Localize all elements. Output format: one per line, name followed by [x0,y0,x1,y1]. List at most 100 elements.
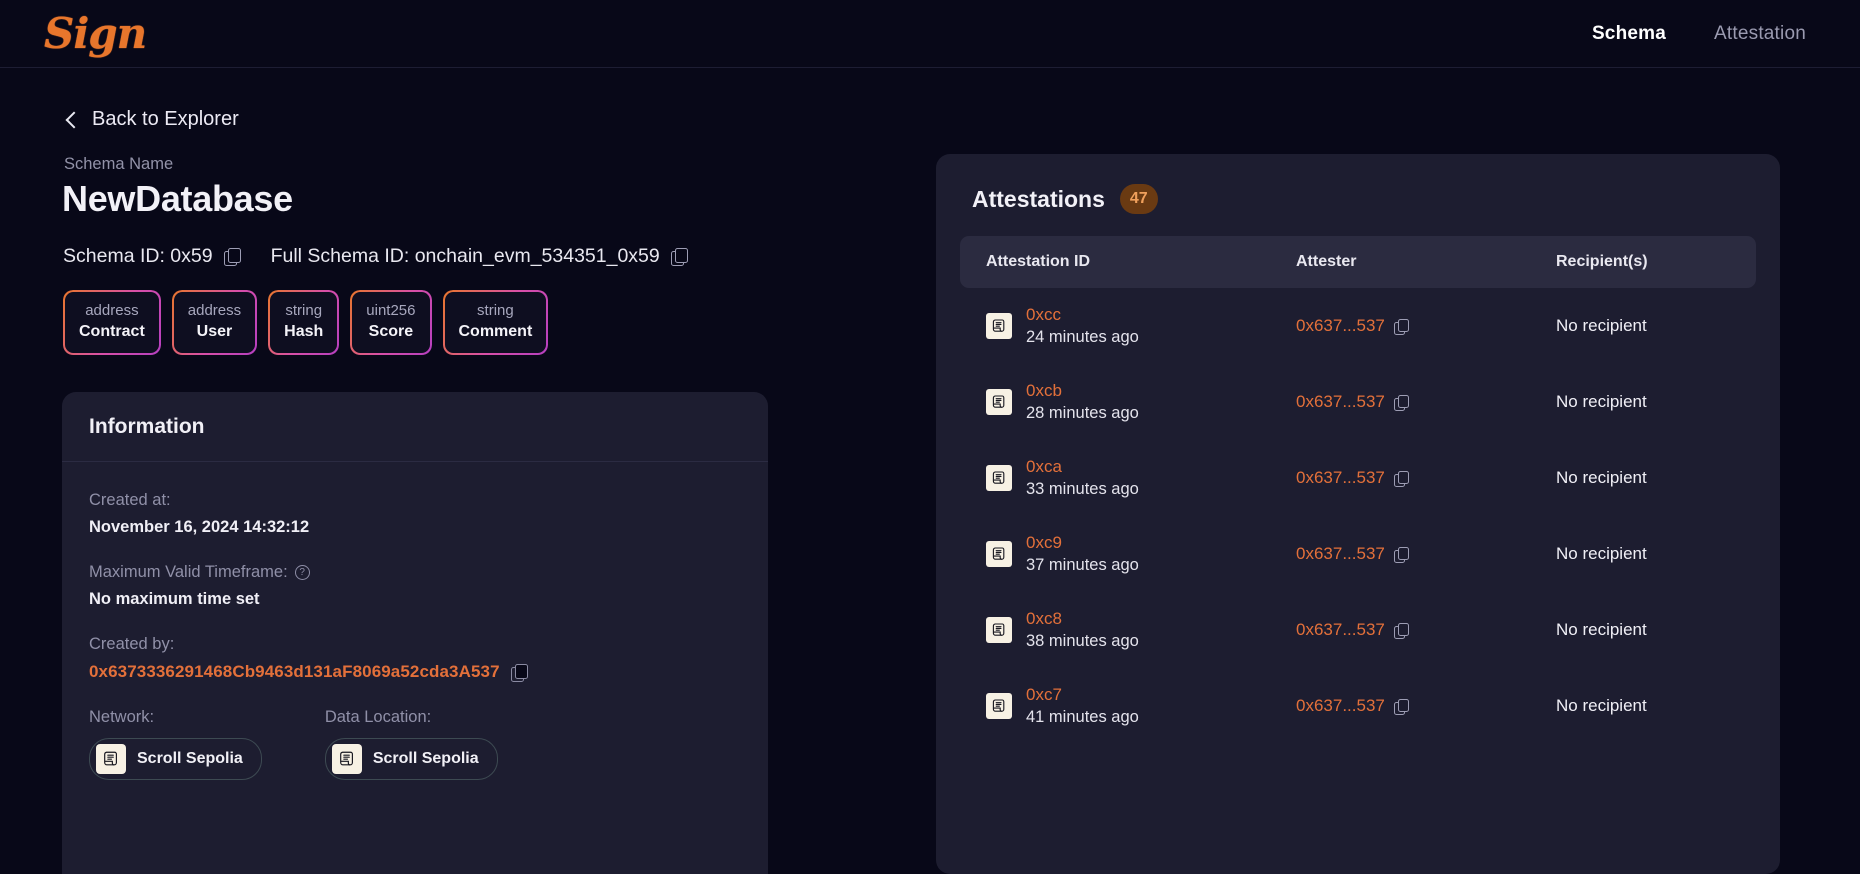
field-name: Contract [79,323,145,341]
back-to-explorer-link[interactable]: Back to Explorer [64,108,239,131]
copy-attester-icon[interactable] [1393,546,1409,563]
attestation-id-cell: 0xcc 24 minutes ago [986,304,1296,348]
table-row[interactable]: 0xc8 38 minutes ago 0x637...537 No recip… [960,592,1756,668]
table-row[interactable]: 0xcc 24 minutes ago 0x637...537 No recip… [960,288,1756,364]
recipient-cell: No recipient [1556,544,1647,563]
attestation-timestamp: 24 minutes ago [1026,327,1139,346]
network-row: Network: Scroll Sepolia Data Location: S… [89,708,741,780]
copy-attester-icon[interactable] [1393,318,1409,335]
attestation-id-cell: 0xc9 37 minutes ago [986,532,1296,576]
attestation-id-link[interactable]: 0xca [1026,457,1062,476]
recipient-cell: No recipient [1556,392,1647,411]
table-body: 0xcc 24 minutes ago 0x637...537 No recip… [960,288,1756,744]
top-navbar: Sign Schema Attestation [0,0,1860,68]
table-header-row: Attestation ID Attester Recipient(s) [960,236,1756,288]
schema-detail-page: Sign Schema Attestation Back to Explorer… [0,0,1860,874]
copy-attester-icon[interactable] [1393,698,1409,715]
network-value: Scroll Sepolia [137,750,243,767]
data-location-badge[interactable]: Scroll Sepolia [324,738,498,780]
attestation-id-link[interactable]: 0xcb [1026,381,1062,400]
nav-link-attestation[interactable]: Attestation [1714,23,1806,45]
table-row[interactable]: 0xc9 37 minutes ago 0x637...537 No recip… [960,516,1756,592]
created-by-label: Created by: [89,635,175,653]
attestations-count-badge: 47 [1119,184,1158,214]
table-row[interactable]: 0xca 33 minutes ago 0x637...537 No recip… [960,440,1756,516]
help-circle-icon[interactable]: ? [294,565,310,580]
chevron-left-icon [64,113,78,127]
attester-address[interactable]: 0x637...537 [1296,620,1385,640]
schema-field-pill[interactable]: address Contract [63,290,161,355]
copy-attester-icon[interactable] [1393,394,1409,411]
attestation-id-link[interactable]: 0xcc [1026,305,1061,324]
max-timeframe-block: Maximum Valid Timeframe: ? No maximum ti… [89,563,741,609]
recipient-cell: No recipient [1556,316,1647,335]
attestation-timestamp: 37 minutes ago [1026,555,1139,574]
attester-cell: 0x637...537 [1296,620,1556,640]
attester-address[interactable]: 0x637...537 [1296,696,1385,716]
attestation-id-link[interactable]: 0xc7 [1026,685,1062,704]
scroll-icon [986,464,1012,491]
max-timeframe-label-row: Maximum Valid Timeframe: ? [89,563,741,582]
schema-id-text: Schema ID: 0x59 [63,245,213,267]
recipient-cell: No recipient [1556,620,1647,639]
attestation-id-cell: 0xc8 38 minutes ago [986,608,1296,652]
attester-address[interactable]: 0x637...537 [1296,392,1385,412]
attestation-id-cell: 0xcb 28 minutes ago [986,380,1296,424]
attestation-timestamp: 33 minutes ago [1026,479,1139,498]
attester-cell: 0x637...537 [1296,696,1556,716]
schema-field-pill[interactable]: address User [171,290,258,355]
attestations-panel: Attestations 47 Attestation ID Attester … [936,154,1780,874]
page-title: NewDatabase [62,178,293,219]
copy-full-schema-id-icon[interactable] [670,248,688,266]
full-schema-id-text: Full Schema ID: onchain_evm_534351_0x59 [270,245,660,267]
attester-cell: 0x637...537 [1296,468,1556,488]
created-at-value: November 16, 2024 14:32:12 [89,518,310,536]
field-type: address [85,302,139,319]
created-by-value[interactable]: 0x6373336291468Cb9463d131aF8069a52cda3A5… [89,662,500,682]
attester-address[interactable]: 0x637...537 [1296,544,1385,564]
field-type: address [187,302,242,319]
attester-address[interactable]: 0x637...537 [1296,316,1385,336]
network-label: Network: [89,708,155,726]
attestation-timestamp: 28 minutes ago [1026,403,1139,422]
copy-created-by-icon[interactable] [510,663,528,682]
field-name: Hash [284,323,324,341]
copy-attester-icon[interactable] [1393,470,1409,487]
copy-attester-icon[interactable] [1393,622,1409,639]
information-title: Information [89,414,205,438]
scroll-icon [986,692,1012,719]
max-timeframe-value: No maximum time set [89,590,260,608]
table-row[interactable]: 0xc7 41 minutes ago 0x637...537 No recip… [960,668,1756,744]
sign-logo[interactable]: Sign [44,12,147,55]
data-location-value: Scroll Sepolia [372,750,479,767]
scroll-icon [986,388,1012,415]
nav-link-schema[interactable]: Schema [1592,23,1666,45]
network-badge[interactable]: Scroll Sepolia [89,738,262,780]
schema-id-row: Schema ID: 0x59 Full Schema ID: onchain_… [63,245,688,268]
attester-address[interactable]: 0x637...537 [1296,468,1385,488]
attester-cell: 0x637...537 [1296,392,1556,412]
column-header-attestation-id: Attestation ID [986,253,1090,270]
attestation-id-link[interactable]: 0xc8 [1026,609,1062,628]
scroll-icon [986,616,1012,643]
schema-field-pill[interactable]: string Hash [268,290,340,355]
information-body: Created at: November 16, 2024 14:32:12 M… [62,462,768,780]
attestations-table: Attestation ID Attester Recipient(s) 0xc… [936,236,1780,744]
data-location-block: Data Location: Scroll Sepolia [324,708,498,780]
schema-field-pill[interactable]: uint256 Score [350,290,432,355]
field-type: uint256 [366,302,416,319]
scroll-icon [331,744,362,774]
field-name: User [196,323,233,341]
attestations-header: Attestations 47 [936,154,1780,236]
copy-schema-id-icon[interactable] [223,248,241,266]
created-by-value-row: 0x6373336291468Cb9463d131aF8069a52cda3A5… [89,662,741,682]
attestations-title: Attestations [972,185,1105,212]
attestation-id-link[interactable]: 0xc9 [1026,533,1062,552]
schema-field-pill[interactable]: string Comment [442,290,549,355]
created-at-block: Created at: November 16, 2024 14:32:12 [89,491,741,537]
table-row[interactable]: 0xcb 28 minutes ago 0x637...537 No recip… [960,364,1756,440]
field-name: Score [368,323,414,341]
data-location-label: Data Location: [324,708,432,726]
max-timeframe-label: Maximum Valid Timeframe: [89,563,288,581]
scroll-icon [96,744,126,774]
